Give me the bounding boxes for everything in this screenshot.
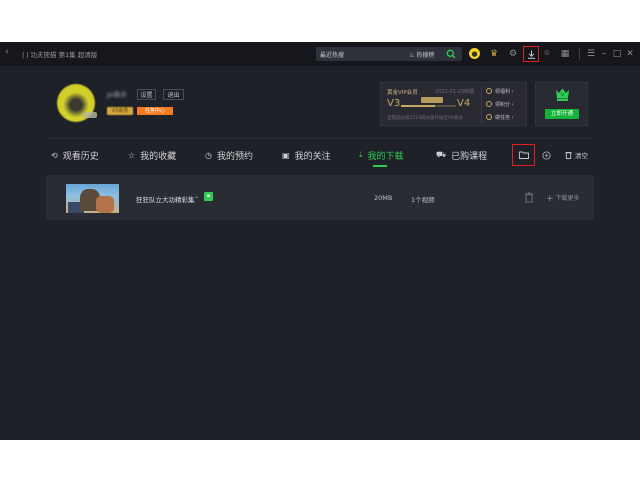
tab-label: 我的预约 bbox=[216, 151, 253, 162]
points-icon bbox=[486, 101, 492, 107]
svg-text:V: V bbox=[561, 93, 565, 99]
follow-icon: ▣ bbox=[282, 150, 290, 160]
download-size: 20MB bbox=[374, 194, 393, 202]
tab-downloads[interactable]: ⤓ 我的下载 bbox=[359, 148, 404, 162]
cart-icon: ⛟ bbox=[436, 150, 447, 159]
tab-label: 我的收藏 bbox=[140, 151, 177, 162]
download-count: 1个视频 bbox=[411, 196, 435, 204]
window-title: | | 功夫熊猫 第1集 超清版 bbox=[22, 51, 98, 59]
download-arrow-icon bbox=[527, 50, 535, 59]
download-icon[interactable] bbox=[523, 46, 539, 62]
download-tab-icon: ⤓ bbox=[359, 150, 363, 159]
vip-benefits-link[interactable]: 领福利 › bbox=[486, 88, 514, 95]
maximize-icon[interactable]: □ bbox=[610, 47, 624, 61]
open-folder-button[interactable] bbox=[512, 144, 535, 166]
open-vip-button[interactable]: 立即开通 bbox=[545, 109, 579, 119]
delete-icon[interactable] bbox=[524, 192, 534, 203]
search-icon[interactable] bbox=[446, 49, 456, 59]
window-controls-divider bbox=[579, 48, 580, 60]
title-bar: ‹ | | 功夫熊猫 第1集 超清版 最近热搜 ♨ 热搜榜 ● ♛ ⚙ ⌾ ▦ … bbox=[0, 42, 640, 66]
back-icon[interactable]: ‹ bbox=[5, 47, 9, 57]
tab-label: 我的下载 bbox=[367, 151, 404, 162]
download-more-button[interactable]: + 下载更多 bbox=[546, 193, 580, 204]
tab-following[interactable]: ▣ 我的关注 bbox=[282, 148, 331, 162]
tab-favorites[interactable]: ☆ 我的收藏 bbox=[128, 148, 176, 162]
menu-icon[interactable]: ☰ bbox=[584, 47, 598, 61]
profile-divider bbox=[46, 138, 594, 139]
star-icon: ☆ bbox=[128, 150, 136, 160]
avatar-icon[interactable]: ● bbox=[469, 48, 480, 59]
close-icon[interactable]: ✕ bbox=[623, 47, 637, 61]
download-title[interactable]: 狂狂队立大功精彩集 bbox=[136, 194, 195, 204]
history-icon: ⟲ bbox=[51, 150, 58, 160]
avatar-badge bbox=[83, 112, 97, 118]
clock-icon: ◷ bbox=[205, 150, 212, 160]
video-thumbnail[interactable] bbox=[66, 184, 119, 213]
trash-icon bbox=[565, 152, 572, 159]
tab-purchased-courses[interactable]: ⛟ 已购课程 bbox=[436, 148, 487, 162]
fire-icon: ♨ bbox=[409, 52, 415, 59]
vip-level-next: V4 bbox=[457, 98, 471, 109]
task-icon bbox=[486, 114, 492, 120]
tab-label: 观看历史 bbox=[62, 151, 99, 162]
plus-icon: + bbox=[546, 194, 554, 204]
vip-description: 还需成长值1523成长值升级至V4会员 bbox=[387, 116, 463, 121]
vip-title: 黄金VIP会员 bbox=[387, 90, 418, 96]
vip-progress-tag bbox=[421, 97, 443, 103]
active-tab-indicator bbox=[373, 165, 387, 167]
download-row[interactable]: 狂狂队立大功精彩集 ⌄ ▪ 20MB 1个视频 + 下载更多 bbox=[46, 175, 594, 220]
hot-search-link[interactable]: ♨ 热搜榜 bbox=[409, 50, 434, 59]
settings-icon bbox=[541, 150, 551, 160]
tab-watch-history[interactable]: ⟲ 观看历史 bbox=[51, 148, 99, 162]
task-center-button[interactable]: 任务中心 bbox=[137, 107, 173, 115]
gift-icon bbox=[486, 88, 492, 94]
green-badge-icon: ▪ bbox=[204, 192, 213, 201]
folder-icon bbox=[518, 151, 529, 159]
minimize-icon[interactable]: – bbox=[597, 47, 611, 61]
download-more-label: 下载更多 bbox=[555, 195, 580, 202]
logout-button[interactable]: 退出 bbox=[163, 89, 184, 100]
search-box[interactable]: 最近热搜 ♨ 热搜榜 bbox=[316, 47, 462, 61]
vip-points-link[interactable]: 领积分 › bbox=[486, 101, 514, 108]
clear-button[interactable]: 清空 bbox=[565, 150, 588, 160]
tab-label: 已购课程 bbox=[451, 151, 488, 162]
thumb-shape bbox=[96, 196, 114, 213]
settings-button[interactable]: 设置 bbox=[137, 89, 156, 100]
gamepad-icon[interactable]: ⌾ bbox=[540, 47, 554, 61]
vip-card: 黄金VIP会员 2022-01-23到期 V3 V4 还需成长值1523成长值升… bbox=[380, 82, 527, 126]
open-vip-card: V 立即开通 bbox=[535, 82, 588, 126]
apps-icon[interactable]: ▦ bbox=[558, 47, 572, 61]
vip-expiry-date: 2022-01-23到期 bbox=[435, 89, 475, 95]
level-badge: V3会员 bbox=[107, 107, 133, 115]
clear-label: 清空 bbox=[575, 152, 588, 160]
vip-level-current: V3 bbox=[387, 98, 401, 109]
hot-search-label: 热搜榜 bbox=[416, 52, 435, 59]
chevron-down-icon[interactable]: ⌄ bbox=[194, 193, 199, 200]
username: Jin陈洋 bbox=[107, 92, 127, 99]
app-window: ‹ | | 功夫熊猫 第1集 超清版 最近热搜 ♨ 热搜榜 ● ♛ ⚙ ⌾ ▦ … bbox=[0, 42, 640, 440]
vip-tasks-link[interactable]: 做任务 › bbox=[486, 114, 514, 121]
download-settings-button[interactable] bbox=[540, 149, 552, 161]
vip-progress-fill bbox=[401, 105, 436, 107]
tab-reservations[interactable]: ◷ 我的预约 bbox=[205, 148, 253, 162]
search-input[interactable]: 最近热搜 bbox=[320, 50, 344, 59]
tab-label: 我的关注 bbox=[294, 151, 331, 162]
vip-gem-icon: V bbox=[556, 88, 569, 101]
crown-icon[interactable]: ♛ bbox=[487, 47, 501, 61]
vip-side-menu: 领福利 › 领积分 › 做任务 › bbox=[481, 86, 525, 124]
vip-progress-bar bbox=[401, 105, 456, 107]
gear-icon[interactable]: ⚙ bbox=[506, 47, 520, 61]
